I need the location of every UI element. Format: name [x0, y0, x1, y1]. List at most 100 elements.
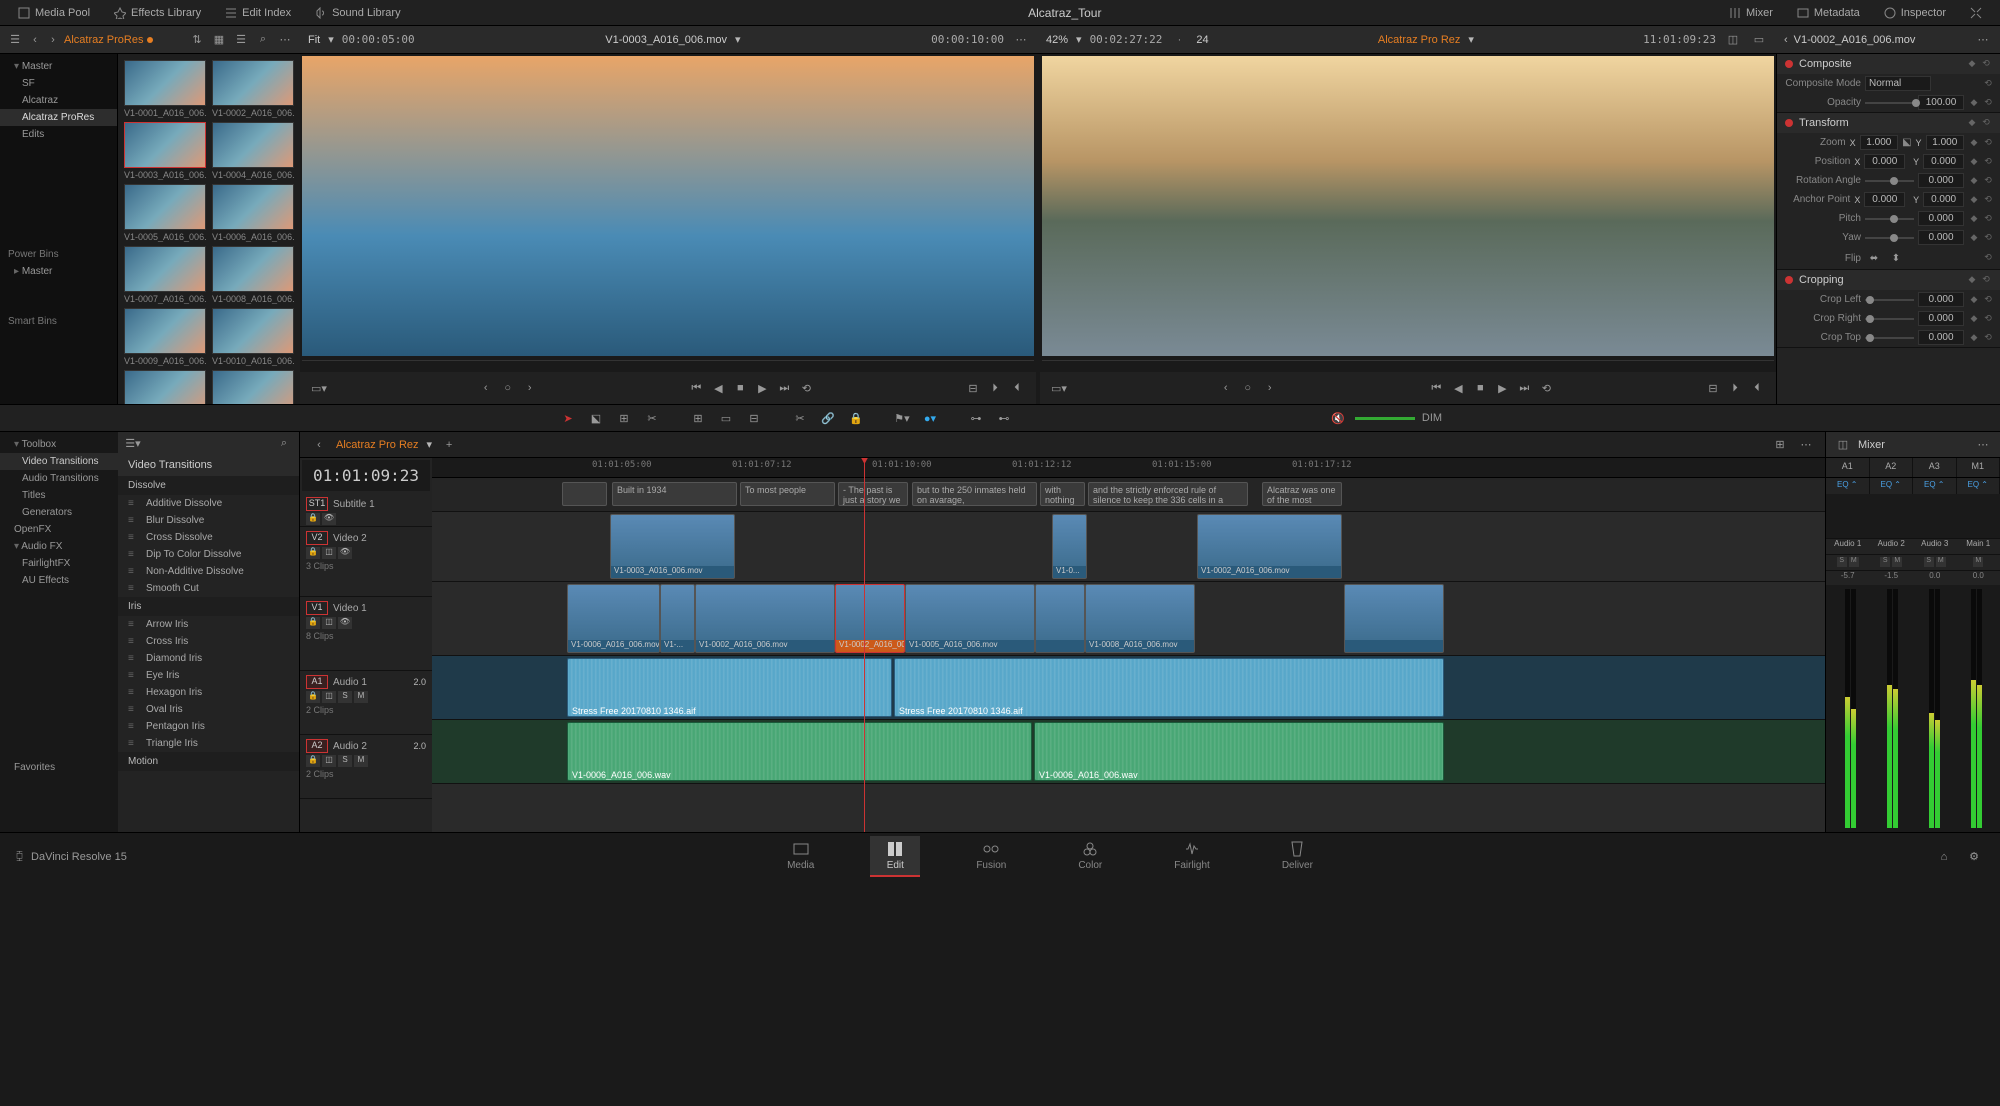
- mute-m1[interactable]: M: [1973, 557, 1983, 567]
- sound-library-tab[interactable]: Sound Library: [303, 7, 413, 19]
- mixer-scopes[interactable]: [1826, 494, 2000, 539]
- rotation-slider[interactable]: [1865, 180, 1914, 182]
- zoom-pct[interactable]: 42%: [1046, 34, 1068, 46]
- mixer-ch-a1[interactable]: A1: [1826, 458, 1870, 477]
- fx-generators[interactable]: Generators: [0, 504, 118, 521]
- crop-left-slider[interactable]: [1865, 299, 1914, 301]
- st1-badge[interactable]: ST1: [306, 497, 328, 511]
- audio-clip[interactable]: Stress Free 20170810 1346.aif: [567, 658, 892, 717]
- auto-select-icon[interactable]: ◫: [322, 691, 336, 703]
- crop-right-value[interactable]: 0.000: [1918, 311, 1964, 326]
- chevron-down-icon[interactable]: ▾: [328, 33, 334, 46]
- fx-titles[interactable]: Titles: [0, 487, 118, 504]
- play-reverse-icon[interactable]: ◀: [709, 379, 727, 397]
- page-media[interactable]: Media: [771, 836, 830, 877]
- subtitle-clip[interactable]: To most people: [740, 482, 835, 506]
- add-timeline-icon[interactable]: +: [440, 436, 458, 454]
- fx-toolbox[interactable]: ▾ Toolbox: [0, 436, 118, 453]
- composite-section-header[interactable]: Composite◆⟲: [1777, 54, 2000, 74]
- crop-left-value[interactable]: 0.000: [1918, 292, 1964, 307]
- video-clip[interactable]: V1-0002_A016_006.mov: [1197, 514, 1342, 579]
- next-edit-icon[interactable]: ›: [1261, 379, 1279, 397]
- bin-fwd-icon[interactable]: ›: [46, 31, 60, 49]
- a1-badge[interactable]: A1: [306, 675, 328, 689]
- anchor-x[interactable]: 0.000: [1864, 192, 1905, 207]
- media-pool-tab[interactable]: Media Pool: [6, 7, 102, 19]
- stop-icon[interactable]: ○: [1239, 379, 1257, 397]
- lock-icon[interactable]: 🔒: [306, 755, 320, 767]
- fx-video-transitions[interactable]: Video Transitions: [0, 453, 118, 470]
- subtitle-clip[interactable]: but to the 250 inmates held on avarage,: [912, 482, 1037, 506]
- source-scrubber[interactable]: [302, 360, 1034, 370]
- play-reverse-icon[interactable]: ◀: [1449, 379, 1467, 397]
- mixer-collapse-icon[interactable]: ◫: [1834, 436, 1852, 454]
- v2-badge[interactable]: V2: [306, 531, 328, 545]
- thumb-2[interactable]: V1-0002_A016_006...: [212, 60, 294, 118]
- fx-pent-iris[interactable]: ≡Pentagon Iris: [118, 718, 299, 735]
- bin-edits[interactable]: Edits: [0, 126, 117, 143]
- go-start-icon[interactable]: ⏮: [1427, 379, 1445, 397]
- thumb-4[interactable]: V1-0004_A016_006...: [212, 122, 294, 180]
- fx-hex-iris[interactable]: ≡Hexagon Iris: [118, 684, 299, 701]
- fx-nonadd[interactable]: ≡Non-Additive Dissolve: [118, 563, 299, 580]
- rotation-value[interactable]: 0.000: [1918, 173, 1964, 188]
- thumb-7[interactable]: V1-0007_A016_006...: [124, 246, 206, 304]
- eq-a3[interactable]: EQ ⌃: [1913, 478, 1957, 494]
- options-icon[interactable]: ⋯: [276, 31, 294, 49]
- fx-oval-iris[interactable]: ≡Oval Iris: [118, 701, 299, 718]
- mute-a2[interactable]: M: [1892, 557, 1902, 567]
- fx-smooth[interactable]: ≡Smooth Cut: [118, 580, 299, 597]
- source-viewer-image[interactable]: [302, 56, 1034, 356]
- play-icon[interactable]: ▶: [1493, 379, 1511, 397]
- video-clip-selected[interactable]: V1-0002_A016_006.mov: [835, 584, 905, 653]
- pos-y[interactable]: 0.000: [1923, 154, 1964, 169]
- overwrite-icon[interactable]: ▭: [715, 407, 737, 429]
- bin-alcatraz[interactable]: Alcatraz: [0, 92, 117, 109]
- metadata-tab[interactable]: Metadata: [1785, 7, 1872, 19]
- razor-icon[interactable]: ✂: [789, 407, 811, 429]
- mute-icon[interactable]: M: [354, 691, 368, 703]
- bin-back-icon[interactable]: ‹: [28, 31, 42, 49]
- mixer-options-icon[interactable]: ⋯: [1974, 436, 1992, 454]
- timeline-tracks[interactable]: 01:01:05:00 01:01:07:12 01:01:10:00 01:0…: [432, 458, 1825, 832]
- video-clip[interactable]: [1344, 584, 1444, 653]
- auto-select-icon[interactable]: ◫: [322, 755, 336, 767]
- arrow-tool[interactable]: ➤: [557, 407, 579, 429]
- play-icon[interactable]: ▶: [753, 379, 771, 397]
- go-end-icon[interactable]: ⏭: [1515, 379, 1533, 397]
- auto-select-icon[interactable]: ◫: [322, 617, 336, 629]
- zoom-x[interactable]: 1.000: [1860, 135, 1898, 150]
- chevron-down-icon[interactable]: ▾: [427, 438, 433, 451]
- blade-tool[interactable]: ✂: [641, 407, 663, 429]
- inspector-options-icon[interactable]: ⋯: [1974, 31, 1992, 49]
- timeline-name[interactable]: Alcatraz Pro Rez: [1378, 34, 1461, 46]
- bin-list-icon[interactable]: ☰: [6, 31, 24, 49]
- subtitle-clip[interactable]: [562, 482, 607, 506]
- viewer-options-icon[interactable]: ⋯: [1012, 31, 1030, 49]
- flip-v-icon[interactable]: ⬍: [1887, 249, 1905, 267]
- settings-icon[interactable]: ⚙: [1964, 847, 1984, 867]
- solo-icon[interactable]: S: [338, 691, 352, 703]
- video-clip[interactable]: V1-0005_A016_006.mov: [905, 584, 1035, 653]
- anchor-y[interactable]: 0.000: [1923, 192, 1964, 207]
- fx-openfx[interactable]: OpenFX: [0, 521, 118, 538]
- fx-fairlightfx[interactable]: FairlightFX: [0, 555, 118, 572]
- transform-section-header[interactable]: Transform◆⟲: [1777, 113, 2000, 133]
- timeline-options-icon[interactable]: ⋯: [1797, 436, 1815, 454]
- loop-icon[interactable]: ⟲: [1537, 379, 1555, 397]
- flip-h-icon[interactable]: ⬌: [1865, 249, 1883, 267]
- lock-icon[interactable]: 🔒: [306, 691, 320, 703]
- fx-diamond-iris[interactable]: ≡Diamond Iris: [118, 650, 299, 667]
- next-edit-icon[interactable]: ›: [521, 379, 539, 397]
- insert-icon[interactable]: ⊞: [687, 407, 709, 429]
- volume-slider[interactable]: [1355, 417, 1415, 420]
- subtitle-clip[interactable]: Built in 1934: [612, 482, 737, 506]
- solo-a3[interactable]: S: [1924, 557, 1934, 567]
- stop-icon[interactable]: ○: [499, 379, 517, 397]
- expand-button[interactable]: [1958, 7, 1994, 19]
- lock-icon[interactable]: 🔒: [306, 547, 320, 559]
- program-scrubber[interactable]: [1042, 360, 1774, 370]
- timeline-name[interactable]: Alcatraz Pro Rez: [336, 439, 419, 451]
- fx-eye-iris[interactable]: ≡Eye Iris: [118, 667, 299, 684]
- search-icon[interactable]: ⌕: [254, 31, 272, 49]
